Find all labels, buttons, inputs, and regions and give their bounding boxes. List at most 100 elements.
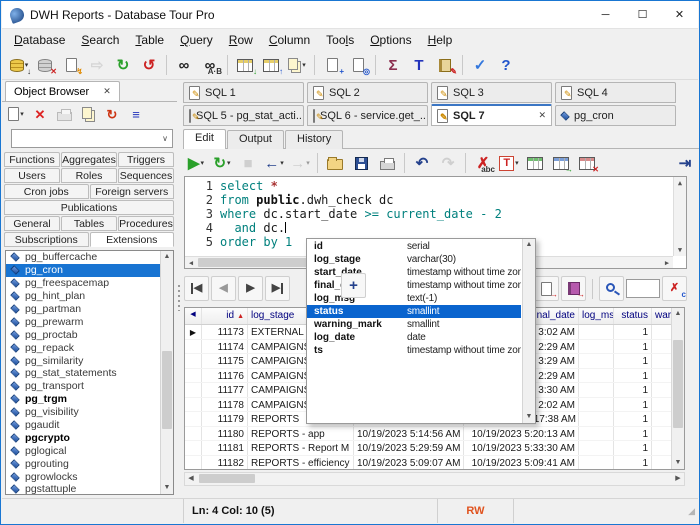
- dropdown-caret-icon[interactable]: ▾: [227, 159, 231, 167]
- object-list-scrollbar[interactable]: ▲▼: [160, 251, 173, 494]
- dropdown-caret-icon[interactable]: ▾: [280, 159, 284, 167]
- autocomplete-item[interactable]: log_stagevarchar(30): [307, 253, 521, 266]
- scroll-down-icon[interactable]: ▼: [161, 482, 173, 494]
- menu-item-tools[interactable]: Tools: [318, 31, 362, 49]
- log-button[interactable]: ✎: [432, 53, 458, 78]
- insert-record-button[interactable]: +: [341, 273, 366, 298]
- prior-record-button[interactable]: ◀: [211, 276, 236, 301]
- column-header-log_msg[interactable]: log_msg: [579, 308, 614, 324]
- format-text-button[interactable]: T▾: [496, 151, 522, 176]
- tab-subscriptions[interactable]: Subscriptions: [4, 232, 89, 247]
- close-result-button[interactable]: ✕: [574, 151, 600, 176]
- import-data-button[interactable]: ↓: [232, 53, 258, 78]
- tab-sql-1[interactable]: ✎SQL 1: [183, 82, 304, 103]
- list-item[interactable]: pg_proctab: [6, 328, 173, 341]
- maximize-button[interactable]: ☐: [624, 1, 661, 28]
- tab-sql-3[interactable]: ✎SQL 3: [431, 82, 552, 103]
- list-item[interactable]: pgrowlocks: [6, 470, 173, 483]
- commit-button[interactable]: ↻: [110, 53, 136, 78]
- tab-sql-5-pg-stat-acti-[interactable]: ✎SQL 5 - pg_stat_acti...: [183, 105, 304, 126]
- dropdown-caret-icon[interactable]: ▾: [306, 159, 310, 167]
- clear-text-button[interactable]: ✗abc: [470, 151, 496, 176]
- execute-query-button[interactable]: ▶▾: [183, 151, 209, 176]
- connect-database-button[interactable]: ↓▾: [6, 53, 32, 78]
- autocomplete-item[interactable]: log_msgtext(-1): [307, 292, 521, 305]
- rollback-button[interactable]: ↺: [136, 53, 162, 78]
- autocomplete-item[interactable]: tstimestamp without time zone: [307, 344, 521, 357]
- tab-general[interactable]: General: [4, 216, 60, 231]
- object-filter-input[interactable]: [12, 131, 158, 146]
- tab-sequences[interactable]: Sequences: [118, 168, 174, 183]
- tab-functions[interactable]: Functions: [4, 152, 60, 167]
- find-button[interactable]: ∞: [171, 53, 197, 78]
- tab-publications[interactable]: Publications: [4, 200, 174, 215]
- autocomplete-item[interactable]: log_datedate: [307, 331, 521, 344]
- autocomplete-item[interactable]: final_datetimestamp without time zone: [307, 279, 521, 292]
- menu-item-search[interactable]: Search: [73, 31, 127, 49]
- list-item[interactable]: pg_partman: [6, 303, 173, 316]
- tab-tables[interactable]: Tables: [61, 216, 117, 231]
- tab-aggregates[interactable]: Aggregates: [61, 152, 117, 167]
- dropdown-caret-icon[interactable]: ▾: [302, 61, 306, 69]
- list-item[interactable]: pg_trgm: [6, 393, 173, 406]
- tab-object-browser[interactable]: Object Browser ✕: [5, 81, 120, 101]
- menu-item-table[interactable]: Table: [127, 31, 172, 49]
- list-item[interactable]: pg_buffercache: [6, 251, 173, 264]
- word-wrap-button[interactable]: ⇥: [672, 151, 698, 176]
- object-properties-button[interactable]: ≡: [124, 103, 148, 125]
- column-header-status[interactable]: status: [614, 308, 652, 324]
- copy-special-button[interactable]: ▾: [284, 53, 310, 78]
- autocomplete-item[interactable]: statussmallint: [307, 305, 521, 318]
- list-item[interactable]: pg_similarity: [6, 354, 173, 367]
- tab-sql-4[interactable]: ✎SQL 4: [555, 82, 676, 103]
- edit-result-table-button[interactable]: [522, 151, 548, 176]
- minimize-button[interactable]: ─: [587, 1, 624, 28]
- list-item[interactable]: pgcrypto: [6, 431, 173, 444]
- export-result-button[interactable]: →: [548, 151, 574, 176]
- export-grid-button[interactable]: →: [561, 276, 586, 301]
- scroll-down-icon[interactable]: ▼: [672, 457, 684, 469]
- dropdown-caret-icon[interactable]: ▾: [201, 159, 205, 167]
- autocomplete-item[interactable]: start_datetimestamp without time zone: [307, 266, 521, 279]
- tab-edit[interactable]: Edit: [183, 129, 226, 149]
- scroll-left-icon[interactable]: ◀: [185, 257, 197, 268]
- menu-item-row[interactable]: Row: [221, 31, 261, 49]
- scrollbar-thumb[interactable]: [162, 351, 172, 429]
- close-icon[interactable]: ✕: [103, 86, 111, 97]
- copy-object-button[interactable]: [76, 103, 100, 125]
- list-item[interactable]: pg_prewarm: [6, 315, 173, 328]
- table-row[interactable]: 11181REPORTS - Report M10/19/2023 5:29:5…: [185, 441, 684, 456]
- new-object-button[interactable]: ▾: [4, 103, 28, 125]
- save-file-button[interactable]: [348, 151, 374, 176]
- table-row[interactable]: 11180REPORTS - app10/19/2023 5:14:56 AM1…: [185, 427, 684, 442]
- back-button[interactable]: ←▾: [261, 151, 287, 176]
- first-record-button[interactable]: ◀: [184, 276, 209, 301]
- table-row[interactable]: 11182REPORTS - efficiency10/19/2023 5:09…: [185, 456, 684, 471]
- refresh-objects-button[interactable]: ↻: [100, 103, 124, 125]
- print-preview-button[interactable]: ◎: [345, 53, 371, 78]
- scroll-left-icon[interactable]: ◀: [185, 473, 197, 485]
- aggregate-button[interactable]: Σ: [380, 53, 406, 78]
- text-viewer-button[interactable]: T: [406, 53, 432, 78]
- print-button[interactable]: [374, 151, 400, 176]
- chevron-down-icon[interactable]: ∨: [158, 134, 172, 143]
- find-replace-button[interactable]: ∞A·B: [197, 53, 223, 78]
- tab-sql-2[interactable]: ✎SQL 2: [307, 82, 428, 103]
- column-header-marker[interactable]: ◀: [185, 308, 202, 324]
- report-button[interactable]: +: [319, 53, 345, 78]
- menu-item-help[interactable]: Help: [420, 31, 461, 49]
- column-header-warnin[interactable]: warnin: [652, 308, 672, 324]
- open-file-button[interactable]: [322, 151, 348, 176]
- menu-item-column[interactable]: Column: [261, 31, 318, 49]
- menu-item-database[interactable]: Database: [6, 31, 73, 49]
- scroll-right-icon[interactable]: ▶: [672, 473, 684, 485]
- autocomplete-item[interactable]: idserial: [307, 240, 521, 253]
- scrollbar-thumb[interactable]: [199, 474, 255, 483]
- delete-object-button[interactable]: ✕: [28, 103, 52, 125]
- list-item[interactable]: pgrouting: [6, 457, 173, 470]
- scroll-up-icon[interactable]: ▲: [674, 177, 686, 189]
- scrollbar-thumb[interactable]: [198, 258, 308, 267]
- scroll-down-icon[interactable]: ▼: [674, 244, 686, 256]
- close-button[interactable]: ✕: [661, 1, 698, 28]
- tab-sql-7[interactable]: ✎SQL 7✕: [431, 104, 552, 126]
